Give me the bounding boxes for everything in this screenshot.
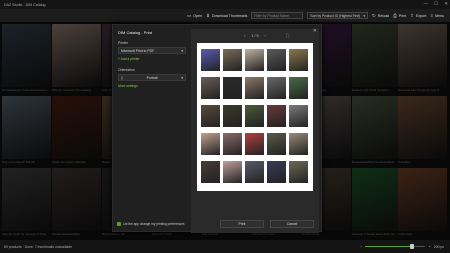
printer-select[interactable]: Microsoft Print to PDF ▾ bbox=[118, 47, 186, 54]
menu-icon: ≡ bbox=[430, 13, 433, 18]
preview-thumbnail bbox=[245, 105, 264, 127]
maximize-icon[interactable]: ☐ bbox=[434, 1, 438, 7]
window-title: DAZ Studio - DIM Catalog bbox=[4, 2, 46, 7]
reload-icon: ↻ bbox=[372, 12, 376, 18]
preview-thumbnail bbox=[223, 105, 242, 127]
preview-thumbnail bbox=[201, 49, 220, 71]
download-icon: ⬇ bbox=[206, 12, 210, 18]
chevron-down-icon: ▾ bbox=[181, 75, 183, 80]
preview-thumbnail bbox=[289, 49, 308, 71]
prev-page-button[interactable]: ‹ bbox=[244, 34, 245, 38]
toolbar: ▭ Open ⬇ Download Thumbnails Filter by Pro… bbox=[0, 9, 450, 22]
zoom-value: 200 px bbox=[433, 244, 444, 249]
folder-icon: ▭ bbox=[187, 12, 192, 18]
more-settings-link[interactable]: More settings bbox=[118, 84, 188, 88]
zoom-fill bbox=[365, 245, 413, 248]
preview-thumbnail bbox=[289, 133, 308, 155]
preview-thumbnail bbox=[289, 77, 308, 99]
preview-thumbnail bbox=[201, 105, 220, 127]
preview-thumbnail bbox=[289, 161, 308, 183]
preview-thumbnail bbox=[245, 133, 264, 155]
sort-select[interactable]: Sort by Product ID (Highest First) ▾ bbox=[307, 12, 369, 19]
preview-thumbnail bbox=[201, 161, 220, 183]
page-indicator: 1 / 9 bbox=[251, 34, 259, 38]
export-button[interactable]: ⇪ Export bbox=[410, 13, 426, 19]
preview-thumbnail bbox=[201, 77, 220, 99]
preview-thumbnail bbox=[267, 133, 286, 155]
zoom-slider[interactable] bbox=[365, 243, 426, 249]
preview-thumbnail bbox=[267, 105, 286, 127]
preview-thumbnail bbox=[245, 161, 264, 183]
preview-thumbnail bbox=[289, 105, 308, 127]
print-settings: Printer Microsoft Print to PDF ▾ + Add a … bbox=[118, 41, 188, 88]
export-icon: ⇪ bbox=[410, 12, 414, 18]
print-button[interactable]: ⎙ Print bbox=[393, 13, 406, 18]
reload-button[interactable]: ↻ Reload bbox=[372, 13, 389, 19]
status-text: 89 products · Done, 7 thumbnails unavail… bbox=[4, 244, 73, 249]
print-preview: ‹ 1 / 9 › ⛶ bbox=[191, 29, 319, 233]
allow-preferences-label: Let the app change my printing preferenc… bbox=[123, 222, 185, 226]
printer-icon: ⎙ bbox=[393, 13, 397, 18]
preview-thumbnail bbox=[245, 49, 264, 71]
preview-thumbnail bbox=[223, 77, 242, 99]
preview-thumbnail bbox=[223, 161, 242, 183]
preview-thumbnail bbox=[267, 49, 286, 71]
portrait-icon: ▯ bbox=[121, 75, 123, 80]
close-icon[interactable]: ✕ bbox=[444, 1, 448, 7]
preview-page bbox=[197, 43, 313, 191]
preview-thumbnail bbox=[201, 133, 220, 155]
zoom-control: − + 200 px bbox=[360, 243, 444, 249]
allow-preferences-checkbox[interactable] bbox=[117, 222, 121, 226]
printer-label: Printer bbox=[118, 41, 128, 45]
dialog-title: DIM Catalog - Print bbox=[118, 30, 153, 35]
dialog-footer: Let the app change my printing preferenc… bbox=[112, 219, 322, 232]
preview-thumbnail bbox=[245, 77, 264, 99]
fit-page-icon[interactable]: ⛶ bbox=[286, 33, 289, 38]
zoom-out-icon[interactable]: − bbox=[360, 244, 362, 249]
orientation-select[interactable]: ▯ Portrait ▾ bbox=[118, 74, 186, 81]
title-bar: DAZ Studio - DIM Catalog — ☐ ✕ bbox=[0, 0, 450, 9]
menu-button[interactable]: ≡ Menu bbox=[430, 13, 444, 18]
open-button[interactable]: ▭ Open bbox=[187, 13, 202, 19]
filter-input[interactable]: Filter by Product Name bbox=[251, 12, 304, 19]
preview-thumbnail bbox=[223, 133, 242, 155]
chevron-down-icon: ▾ bbox=[363, 13, 366, 18]
preview-thumbnail bbox=[223, 49, 242, 71]
zoom-in-icon[interactable]: + bbox=[428, 244, 430, 249]
close-icon[interactable]: ✕ bbox=[313, 28, 317, 34]
download-thumbnails-button[interactable]: ⬇ Download Thumbnails bbox=[206, 13, 247, 19]
chevron-down-icon: ▾ bbox=[181, 48, 183, 53]
preview-thumbnail bbox=[267, 161, 286, 183]
next-page-button[interactable]: › bbox=[265, 34, 266, 38]
preview-thumbnail bbox=[267, 77, 286, 99]
print-confirm-button[interactable]: Print bbox=[220, 220, 264, 228]
add-printer-link[interactable]: + Add a printer bbox=[118, 57, 188, 61]
print-dialog: DIM Catalog - Print Printer Microsoft Pr… bbox=[112, 24, 322, 233]
orientation-label: Orientation bbox=[118, 68, 135, 72]
cancel-button[interactable]: Cancel bbox=[270, 220, 314, 228]
zoom-handle[interactable] bbox=[410, 243, 415, 249]
minimize-icon[interactable]: — bbox=[424, 1, 429, 7]
status-bar: 89 products · Done, 7 thumbnails unavail… bbox=[0, 240, 450, 253]
